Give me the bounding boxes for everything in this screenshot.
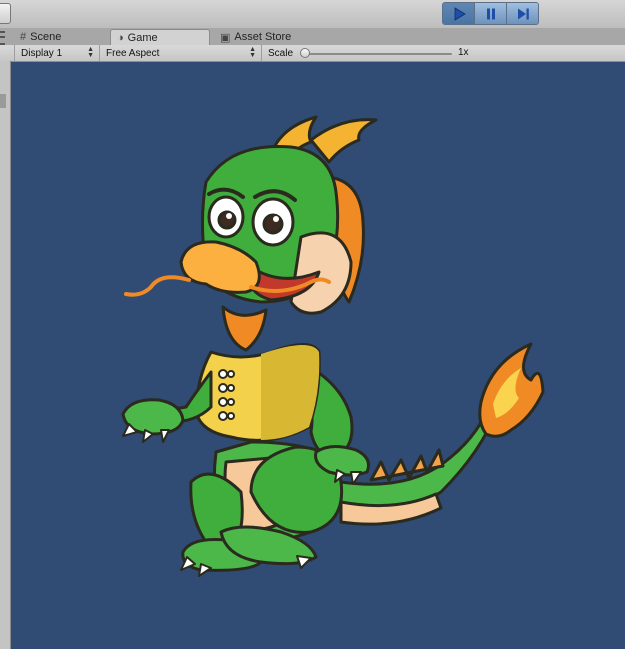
- game-canvas[interactable]: [11, 62, 625, 649]
- grid-icon: #: [20, 31, 27, 43]
- step-icon: [517, 8, 529, 19]
- tab-asset-store-label: Asset Store: [234, 31, 292, 43]
- game-icon: ◑: [117, 31, 124, 44]
- scale-value: 1x: [458, 47, 469, 58]
- playback-controls: [442, 2, 539, 25]
- tab-scene-label: Scene: [30, 31, 62, 43]
- aspect-dropdown-value: Free Aspect: [106, 47, 160, 59]
- dropdown-arrows-icon: ▲ ▼: [249, 46, 256, 59]
- step-button[interactable]: [507, 3, 538, 24]
- pause-button[interactable]: [475, 3, 507, 24]
- scale-slider-thumb[interactable]: [300, 48, 310, 58]
- dropdown-arrows-icon: ▲ ▼: [87, 46, 94, 59]
- store-icon: ▣: [220, 31, 231, 44]
- tab-asset-store[interactable]: ▣ Asset Store: [214, 29, 297, 45]
- tab-game-label: Game: [127, 31, 158, 44]
- panel-menu-icon[interactable]: [0, 31, 5, 45]
- display-dropdown[interactable]: Display 1 ▲ ▼: [14, 45, 100, 61]
- toolbar-left-button[interactable]: [0, 3, 11, 24]
- display-dropdown-value: Display 1: [21, 47, 63, 59]
- scale-control: Scale 1x: [262, 45, 472, 61]
- scale-slider[interactable]: [304, 53, 452, 55]
- dragon-sprite: [121, 115, 545, 577]
- game-view-toolbar: Display 1 ▲ ▼ Free Aspect ▲ ▼ Scale 1x: [0, 45, 625, 62]
- tab-scene[interactable]: # Scene: [14, 29, 67, 45]
- tab-game[interactable]: ◑ Game: [110, 29, 210, 45]
- tab-strip: # Scene ◑ Game ▣ Asset Store: [0, 28, 625, 46]
- aspect-dropdown[interactable]: Free Aspect ▲ ▼: [100, 45, 262, 61]
- play-button[interactable]: [443, 3, 475, 24]
- scale-label: Scale: [268, 47, 294, 59]
- top-toolbar: [0, 0, 625, 29]
- play-icon: [454, 6, 466, 21]
- pause-icon: [486, 8, 495, 19]
- left-side-panel: [0, 61, 11, 649]
- panel-resize-handle[interactable]: [0, 94, 6, 108]
